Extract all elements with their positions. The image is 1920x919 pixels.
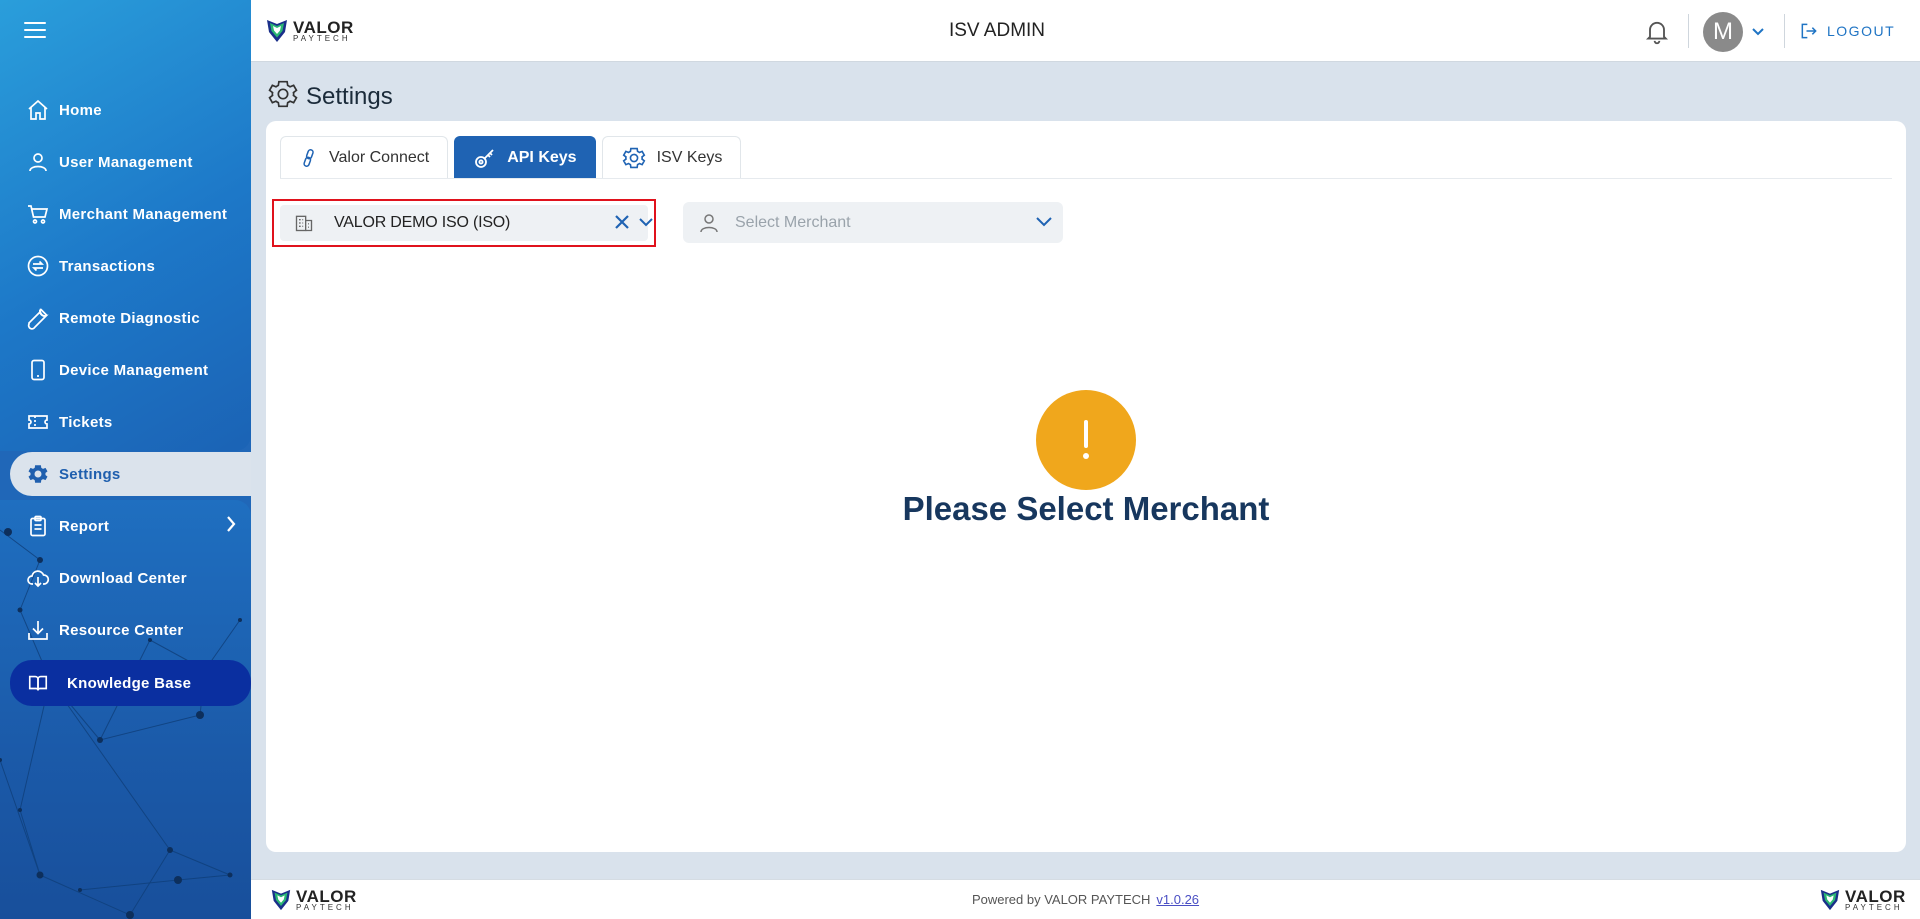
brand-name: VALOR	[1845, 886, 1906, 906]
gear-icon	[621, 145, 647, 171]
chevron-right-icon	[225, 515, 237, 538]
chevron-down-icon[interactable]	[638, 215, 654, 233]
valor-shield-icon	[1820, 889, 1840, 911]
tab-label: API Keys	[507, 149, 577, 166]
footer: VALOR PAYTECH Powered by VALOR PAYTECH v1…	[251, 879, 1920, 919]
powered-by: Powered by VALOR PAYTECH	[971, 892, 1151, 907]
user-icon	[25, 149, 51, 175]
merchant-select-placeholder: Select Merchant	[735, 213, 851, 231]
sidebar-item-merchant-management[interactable]: Merchant Management	[10, 192, 251, 236]
iso-select-value: VALOR DEMO ISO (ISO)	[334, 214, 511, 231]
building-icon	[294, 213, 314, 233]
sidebar-item-home[interactable]: Home	[10, 88, 251, 132]
tab-api-keys[interactable]: API Keys	[454, 136, 596, 179]
version-link[interactable]: v1.0.26	[1156, 892, 1199, 907]
sidebar-item-knowledge-base[interactable]: Knowledge Base	[10, 660, 251, 706]
notification-bell-icon[interactable]	[1643, 17, 1671, 50]
link-icon	[299, 147, 319, 169]
logout-icon	[1801, 23, 1817, 39]
logout-button[interactable]: LOGOUT	[1799, 21, 1895, 41]
download-icon	[25, 617, 51, 643]
sidebar-item-label: Device Management	[59, 361, 209, 379]
clear-icon[interactable]	[613, 213, 631, 236]
settings-card: Valor Connect API Keys ISV Keys VALOR DE…	[266, 121, 1906, 852]
app-title: ISV ADMIN	[948, 20, 1046, 41]
brand-sub: PAYTECH	[1845, 902, 1903, 912]
sidebar: Home User Management Merchant Management…	[0, 0, 251, 919]
cloud-download-icon	[25, 565, 51, 591]
logout-label: LOGOUT	[1827, 23, 1896, 39]
sidebar-item-settings[interactable]: Settings	[10, 452, 251, 496]
sidebar-item-resource-center[interactable]: Resource Center	[10, 608, 251, 652]
sidebar-item-label: User Management	[59, 153, 193, 171]
tab-label: ISV Keys	[656, 149, 723, 166]
divider	[1784, 14, 1785, 48]
book-icon	[25, 670, 51, 696]
ticket-icon	[25, 409, 51, 435]
sidebar-item-label: Remote Diagnostic	[59, 309, 200, 327]
sidebar-item-report[interactable]: Report	[10, 504, 251, 548]
chevron-down-icon[interactable]	[1035, 214, 1053, 233]
sidebar-item-tickets[interactable]: Tickets	[10, 400, 251, 444]
clipboard-icon	[25, 513, 51, 539]
wrench-icon	[25, 305, 51, 331]
sidebar-item-download-center[interactable]: Download Center	[10, 556, 251, 600]
top-bar: VALOR PAYTECH ISV ADMIN M LOGOUT	[251, 0, 1920, 62]
sidebar-item-remote-diagnostic[interactable]: Remote Diagnostic	[10, 296, 251, 340]
sidebar-item-device-management[interactable]: Device Management	[10, 348, 251, 392]
sidebar-item-user-management[interactable]: User Management	[10, 140, 251, 184]
settings-tabs: Valor Connect API Keys ISV Keys	[280, 136, 747, 179]
tab-isv-keys[interactable]: ISV Keys	[601, 136, 742, 179]
menu-toggle-button[interactable]	[24, 22, 48, 42]
empty-state-message: Please Select Merchant	[902, 490, 1270, 527]
page-title: Settings	[306, 82, 393, 110]
valor-logo: VALOR PAYTECH	[1819, 888, 1906, 912]
cart-icon	[25, 201, 51, 227]
gear-icon	[25, 461, 51, 487]
tab-divider	[280, 178, 1892, 179]
tab-valor-connect[interactable]: Valor Connect	[280, 136, 449, 179]
key-icon	[473, 146, 497, 170]
gear-icon	[266, 77, 300, 116]
home-icon	[25, 97, 51, 123]
sidebar-item-label: Merchant Management	[59, 205, 228, 223]
sidebar-item-label: Knowledge Base	[67, 674, 192, 692]
device-icon	[25, 357, 51, 383]
page-heading: Settings	[266, 77, 393, 116]
sidebar-item-transactions[interactable]: Transactions	[10, 244, 251, 288]
tab-label: Valor Connect	[329, 149, 430, 166]
avatar[interactable]: M	[1703, 12, 1743, 52]
iso-select-field[interactable]: VALOR DEMO ISO (ISO)	[280, 205, 648, 241]
merchant-select[interactable]: Select Merchant	[683, 202, 1063, 243]
warning-icon	[1036, 390, 1136, 490]
footer-text: Powered by VALOR PAYTECH v1.0.26	[251, 892, 1920, 907]
iso-select[interactable]: VALOR DEMO ISO (ISO)	[272, 199, 656, 247]
transfer-icon	[25, 253, 51, 279]
sidebar-item-label: Settings	[59, 465, 121, 483]
divider	[1688, 14, 1689, 48]
chevron-down-icon[interactable]	[1751, 25, 1765, 43]
sidebar-item-label: Report	[59, 517, 110, 535]
sidebar-item-label: Resource Center	[59, 621, 184, 639]
sidebar-item-label: Download Center	[59, 569, 187, 587]
person-icon	[697, 211, 721, 235]
sidebar-item-label: Transactions	[59, 257, 156, 275]
sidebar-item-label: Home	[59, 101, 102, 119]
sidebar-item-label: Tickets	[59, 413, 113, 431]
